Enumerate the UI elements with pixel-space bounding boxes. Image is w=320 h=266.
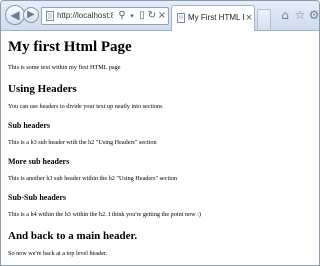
- subheading-sub-sub-headers: Sub-Sub headers: [8, 193, 67, 202]
- section-heading-using-headers: Using Headers: [8, 83, 77, 95]
- tab-my-first-html-page[interactable]: My First HTML Page ×: [171, 5, 255, 31]
- back-button[interactable]: ◀: [5, 5, 25, 25]
- page-favicon-icon: [177, 13, 185, 23]
- stop-icon[interactable]: ×: [156, 10, 168, 22]
- page-title: My first Html Page: [8, 39, 132, 55]
- browser-window: ◀ ▶ http://localhost:867 ⚲ ▾ ▯ ↻ × My Fi…: [0, 0, 320, 266]
- browser-toolbar: ◀ ▶ http://localhost:867 ⚲ ▾ ▯ ↻ × My Fi…: [1, 1, 319, 31]
- back-to-main-paragraph: So now we're back at a top level header.: [8, 250, 108, 257]
- subheading-more-sub-headers: More sub headers: [8, 157, 70, 166]
- subheading-sub-headers: Sub headers: [8, 121, 51, 130]
- more-sub-headers-paragraph: This is another h3 sub header within the…: [8, 175, 178, 182]
- url-text[interactable]: http://localhost:867: [57, 10, 113, 22]
- address-bar[interactable]: http://localhost:867 ⚲ ▾ ▯ ↻ ×: [41, 7, 169, 25]
- sub-headers-paragraph: This is a h3 sub header with the h2 "Usi…: [8, 139, 157, 146]
- close-tab-icon[interactable]: ×: [244, 12, 254, 24]
- section-heading-back-to-main: And back to a main header.: [8, 230, 138, 242]
- forward-button[interactable]: ▶: [23, 7, 39, 23]
- new-tab-button[interactable]: [257, 9, 271, 29]
- tab-label: My First HTML Page: [188, 13, 244, 22]
- using-headers-paragraph: You can use headers to divide your text …: [8, 103, 163, 110]
- page-content: My first Html Page This is some text wit…: [1, 32, 319, 265]
- sub-sub-headers-paragraph: This is a h4 within the h3 within the h2…: [8, 211, 201, 218]
- home-icon[interactable]: ⌂: [278, 7, 292, 23]
- gear-icon[interactable]: ⚙: [307, 7, 319, 23]
- page-icon: [46, 11, 54, 21]
- star-icon[interactable]: ☆: [293, 7, 307, 23]
- intro-paragraph: This is some text within my first HTML p…: [8, 64, 121, 71]
